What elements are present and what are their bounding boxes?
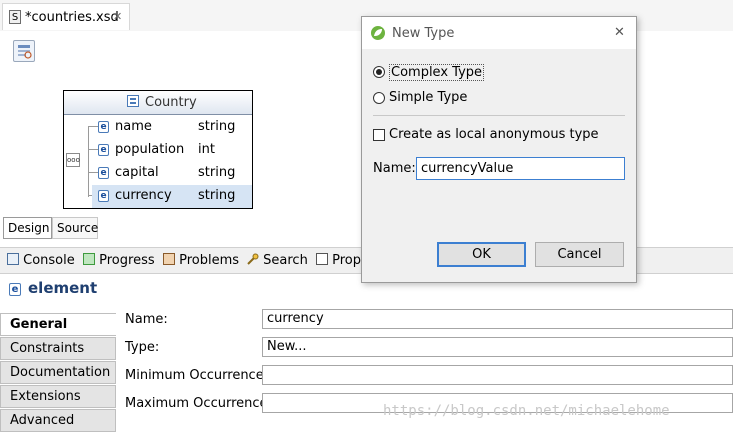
tree-line bbox=[88, 126, 89, 197]
tab-search-label: Search bbox=[263, 253, 308, 268]
element-icon: e bbox=[9, 283, 21, 296]
element-type: string bbox=[198, 119, 236, 134]
dialog-title: New Type bbox=[392, 26, 455, 41]
tab-extensions[interactable]: Extensions bbox=[0, 385, 116, 408]
element-icon: e bbox=[98, 121, 109, 133]
ok-button[interactable]: OK bbox=[437, 242, 526, 267]
min-occurrence-field[interactable] bbox=[262, 365, 733, 385]
element-icon: e bbox=[98, 167, 109, 179]
name-field[interactable]: currency bbox=[262, 309, 733, 329]
problems-icon bbox=[163, 253, 175, 265]
tab-console-label: Console bbox=[23, 253, 75, 268]
country-header: Country bbox=[64, 91, 252, 115]
tree-branch bbox=[88, 172, 98, 173]
editor-tab-countries[interactable]: S *countries.xsd ✕ bbox=[2, 3, 130, 30]
tab-documentation[interactable]: Documentation bbox=[0, 361, 116, 384]
close-icon[interactable]: ✕ bbox=[614, 25, 625, 40]
tab-problems[interactable]: Problems bbox=[163, 252, 239, 270]
local-anonymous-checkbox[interactable] bbox=[373, 129, 385, 141]
element-type: int bbox=[198, 142, 215, 157]
element-type: string bbox=[198, 188, 236, 203]
watermark: https://blog.csdn.net/michaelehome bbox=[383, 403, 670, 419]
tab-properties[interactable]: Prop bbox=[316, 252, 361, 270]
max-occurrence-label: Maximum Occurrence: bbox=[125, 396, 272, 411]
element-row-name[interactable]: e name string bbox=[98, 116, 252, 138]
element-row-population[interactable]: e population int bbox=[98, 139, 252, 161]
complex-type-icon bbox=[127, 95, 139, 107]
sequence-icon[interactable]: ooo bbox=[66, 153, 80, 167]
xsd-file-icon: S bbox=[9, 10, 21, 24]
dialog-name-label: Name: bbox=[373, 161, 416, 176]
complex-type-label: Complex Type bbox=[389, 64, 485, 81]
element-name: currency bbox=[115, 188, 172, 203]
tab-design[interactable]: Design bbox=[3, 217, 52, 239]
dialog-titlebar[interactable]: New Type ✕ bbox=[362, 17, 636, 49]
element-icon: e bbox=[98, 190, 109, 202]
complex-type-radio[interactable] bbox=[373, 66, 385, 78]
min-occurrence-label: Minimum Occurrence: bbox=[125, 368, 269, 383]
tab-problems-label: Problems bbox=[179, 253, 240, 268]
schema-view-icon bbox=[18, 45, 32, 59]
element-type: string bbox=[198, 165, 236, 180]
simple-type-radio[interactable] bbox=[373, 92, 385, 104]
tab-search[interactable]: Search bbox=[247, 252, 308, 270]
tree-branch bbox=[88, 149, 98, 150]
tab-general[interactable]: General bbox=[0, 313, 116, 336]
name-label: Name: bbox=[125, 312, 168, 327]
tab-progress-label: Progress bbox=[99, 253, 155, 268]
tab-advanced[interactable]: Advanced bbox=[0, 409, 116, 432]
type-name-input[interactable]: currencyValue bbox=[416, 157, 625, 180]
type-label: Type: bbox=[125, 340, 160, 355]
search-icon bbox=[247, 253, 259, 265]
local-anonymous-label: Create as local anonymous type bbox=[389, 127, 599, 142]
type-field[interactable]: New... bbox=[262, 337, 733, 357]
element-name: name bbox=[115, 119, 152, 134]
console-icon bbox=[7, 253, 19, 265]
show-schema-button[interactable] bbox=[13, 40, 35, 62]
new-type-dialog: New Type ✕ Complex Type Simple Type Crea… bbox=[361, 16, 637, 283]
separator bbox=[373, 115, 625, 116]
close-tab-icon[interactable]: ✕ bbox=[113, 10, 122, 23]
tab-constraints[interactable]: Constraints bbox=[0, 337, 116, 360]
spring-leaf-icon bbox=[371, 26, 385, 40]
element-icon: e bbox=[98, 144, 109, 156]
element-name: population bbox=[115, 142, 185, 157]
tab-progress[interactable]: Progress bbox=[83, 252, 155, 270]
element-row-capital[interactable]: e capital string bbox=[98, 162, 252, 184]
tab-source[interactable]: Source bbox=[52, 217, 98, 239]
tab-properties-label: Prop bbox=[332, 253, 362, 268]
element-row-currency[interactable]: e currency string bbox=[92, 185, 252, 208]
country-title: Country bbox=[145, 95, 197, 110]
properties-title: element bbox=[28, 279, 98, 297]
country-complex-type[interactable]: Country e name string e population int e… bbox=[63, 90, 253, 209]
properties-icon bbox=[316, 253, 328, 265]
progress-icon bbox=[83, 253, 95, 265]
editor-tab-label: *countries.xsd bbox=[25, 10, 119, 25]
simple-type-label: Simple Type bbox=[389, 90, 468, 105]
tab-console[interactable]: Console bbox=[7, 252, 75, 270]
tree-branch bbox=[88, 126, 98, 127]
element-name: capital bbox=[115, 165, 159, 180]
cancel-button[interactable]: Cancel bbox=[535, 242, 624, 267]
